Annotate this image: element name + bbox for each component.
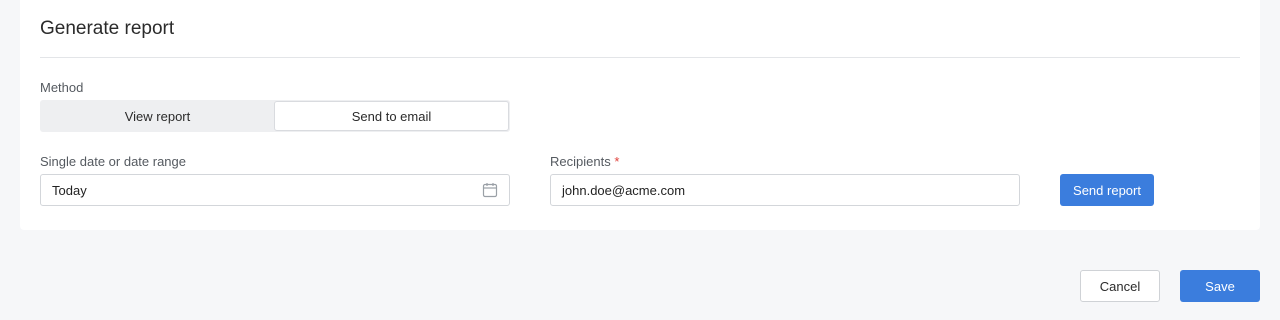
date-range-label: Single date or date range: [40, 154, 186, 169]
method-segmented-control: View report Send to email: [40, 100, 510, 132]
generate-report-card: Generate report Method View report Send …: [20, 0, 1260, 230]
cancel-button[interactable]: Cancel: [1080, 270, 1160, 302]
required-marker: *: [614, 154, 620, 169]
divider: [40, 57, 1240, 58]
date-range-value: Today: [52, 182, 87, 198]
date-range-input[interactable]: Today: [40, 174, 510, 206]
method-option-view-report[interactable]: View report: [41, 101, 274, 131]
method-option-send-to-email[interactable]: Send to email: [274, 101, 509, 131]
recipients-label: Recipients *: [550, 154, 619, 169]
calendar-icon[interactable]: [482, 182, 498, 198]
recipients-label-text: Recipients: [550, 154, 611, 169]
card-title: Generate report: [40, 18, 175, 39]
send-report-button[interactable]: Send report: [1060, 174, 1154, 206]
recipients-value: john.doe@acme.com: [562, 182, 686, 198]
method-label: Method: [40, 80, 84, 95]
recipients-input[interactable]: john.doe@acme.com: [550, 174, 1020, 206]
save-button[interactable]: Save: [1180, 270, 1260, 302]
